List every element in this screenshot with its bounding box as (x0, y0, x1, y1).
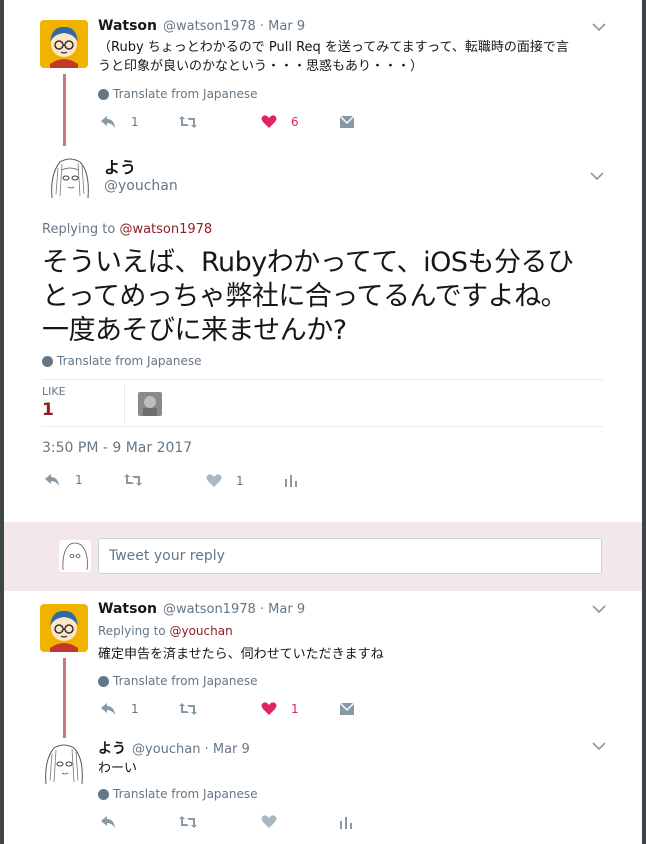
chevron-down-icon[interactable] (592, 742, 606, 751)
retweet-icon (124, 474, 142, 486)
translate-link[interactable]: Translate from Japanese (98, 787, 258, 801)
tweet-text-line: 一度あそびに来ませんか? (42, 315, 347, 346)
globe-icon (98, 675, 109, 687)
author-name[interactable]: Watson (98, 601, 157, 617)
like-stat-label: LIKE (42, 385, 66, 398)
replying-to: Replying to @youchan (98, 624, 233, 638)
retweet-icon (179, 116, 197, 128)
direct-message-button[interactable] (339, 702, 355, 716)
reply-button[interactable]: 1 (100, 115, 139, 129)
avatar[interactable] (40, 604, 88, 652)
heart-icon (261, 115, 277, 128)
liker-avatar[interactable] (138, 392, 162, 416)
reply-icon (101, 703, 115, 715)
chevron-down-icon[interactable] (592, 605, 606, 614)
divider (42, 379, 603, 380)
composer-avatar[interactable] (59, 540, 91, 572)
author-name[interactable]: よう (104, 154, 136, 178)
globe-icon (42, 355, 53, 367)
translate-link[interactable]: Translate from Japanese (42, 354, 202, 368)
heart-icon (261, 815, 277, 828)
reply-button[interactable]: 1 (44, 473, 83, 487)
translate-link[interactable]: Translate from Japanese (98, 674, 258, 688)
author-handle[interactable]: @watson1978 · Mar 9 (163, 602, 305, 617)
avatar[interactable] (40, 740, 88, 788)
author-handle[interactable]: @youchan (104, 178, 178, 194)
chevron-down-icon[interactable] (592, 23, 606, 32)
conversation-card: Watson @watson1978 · Mar 9 （Ruby ちょっとわかる… (4, 0, 642, 844)
globe-icon (98, 788, 109, 800)
tweet-reply-input[interactable]: Tweet your reply (98, 538, 602, 574)
tweet-text-line: （Ruby ちょっとわかるので Pull Req を送ってみてますって、転職時の… (98, 40, 569, 55)
like-stat-count[interactable]: 1 (42, 400, 54, 420)
reply-placeholder: Tweet your reply (109, 548, 225, 564)
globe-icon (98, 88, 109, 100)
tweet-timestamp[interactable]: 3:50 PM - 9 Mar 2017 (42, 440, 192, 456)
retweet-icon (179, 816, 197, 828)
retweet-button[interactable] (178, 115, 198, 129)
thread-line (63, 658, 66, 738)
analytics-icon (285, 475, 297, 487)
author-name[interactable]: よう (98, 738, 126, 758)
thread-line (63, 74, 66, 146)
envelope-icon (339, 702, 355, 715)
direct-message-button[interactable] (339, 115, 355, 129)
heart-icon (206, 474, 222, 487)
analytics-button[interactable] (284, 473, 298, 487)
reply-icon (101, 116, 115, 128)
tweet-text: わーい (98, 761, 138, 776)
retweet-button[interactable] (178, 815, 198, 829)
retweet-icon (179, 703, 197, 715)
reply-button[interactable]: 1 (100, 702, 139, 716)
envelope-icon (339, 115, 355, 128)
divider (124, 384, 125, 424)
like-button[interactable] (261, 814, 277, 829)
tweet-text-line: うと印象が良いのかなという・・・思惑もあり・・・） (98, 59, 424, 74)
divider (42, 426, 603, 427)
tweet-text-line: そういえば、Rubyわかってて、iOSも分るひ (42, 247, 574, 278)
replying-user-link[interactable]: @youchan (169, 624, 232, 638)
avatar[interactable] (40, 20, 88, 68)
reply-icon (101, 816, 115, 828)
analytics-icon (340, 817, 352, 829)
author-name[interactable]: Watson (98, 18, 157, 34)
heart-icon (261, 702, 277, 715)
tweet-text-line: とってめっちゃ弊社に合ってるんですよね。 (42, 281, 568, 312)
tweet-text: 確定申告を済ませたら、伺わせていただきますね (98, 647, 384, 662)
reply-button[interactable] (100, 815, 117, 829)
reply-icon (45, 474, 59, 486)
author-handle[interactable]: @watson1978 · Mar 9 (163, 19, 305, 34)
like-button[interactable]: 6 (261, 114, 299, 129)
replying-to: Replying to @watson1978 (42, 222, 213, 237)
retweet-button[interactable] (123, 473, 143, 487)
chevron-down-icon[interactable] (590, 172, 604, 181)
avatar[interactable] (46, 154, 94, 202)
translate-link[interactable]: Translate from Japanese (98, 87, 258, 101)
analytics-button[interactable] (339, 815, 353, 829)
like-button[interactable]: 1 (206, 473, 244, 488)
replying-user-link[interactable]: @watson1978 (119, 222, 212, 237)
like-button[interactable]: 1 (261, 701, 299, 716)
retweet-button[interactable] (178, 702, 198, 716)
author-handle[interactable]: @youchan · Mar 9 (132, 742, 250, 757)
